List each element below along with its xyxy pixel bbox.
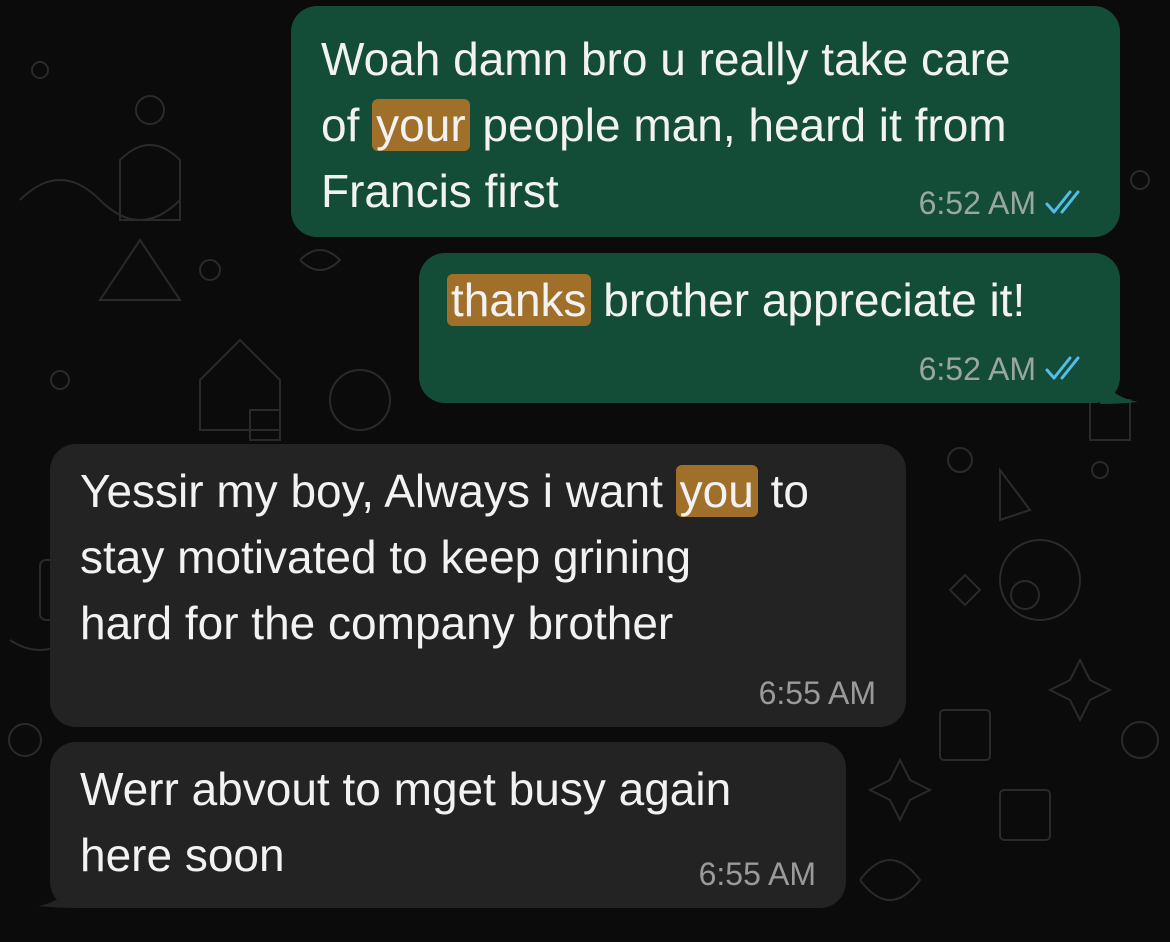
message-bubble-incoming[interactable]: Werr abvout to mget busy again here soon… (50, 742, 846, 908)
message-timestamp: 6:52 AM (918, 351, 1036, 387)
message-bubble-incoming[interactable]: Yessir my boy, Always i want you to stay… (50, 444, 906, 727)
message-text: thanks brother appreciate it! (447, 267, 1090, 333)
search-highlight: your (372, 99, 470, 151)
message-timestamp: 6:55 AM (698, 856, 816, 892)
search-highlight: you (675, 465, 758, 517)
search-highlight: thanks (447, 274, 591, 326)
message-meta: 6:52 AM (919, 349, 1090, 389)
message-timestamp: 6:55 AM (758, 675, 876, 711)
bubble-tail-incoming (38, 874, 76, 908)
message-meta: 6:52 AM (919, 183, 1090, 223)
message-bubble-outgoing[interactable]: thanks brother appreciate it! 6:52 AM (419, 253, 1120, 403)
message-bubble-outgoing[interactable]: Woah damn bro u really take care of your… (291, 6, 1120, 237)
double-check-read-icon (1045, 190, 1080, 214)
bubble-tail-outgoing (1100, 370, 1138, 404)
double-check-read-icon (1045, 356, 1080, 380)
message-text: Yessir my boy, Always i want you to stay… (80, 465, 809, 649)
message-timestamp: 6:52 AM (918, 185, 1036, 221)
message-meta: 6:55 AM (759, 673, 876, 713)
message-meta: 6:55 AM (699, 854, 816, 894)
